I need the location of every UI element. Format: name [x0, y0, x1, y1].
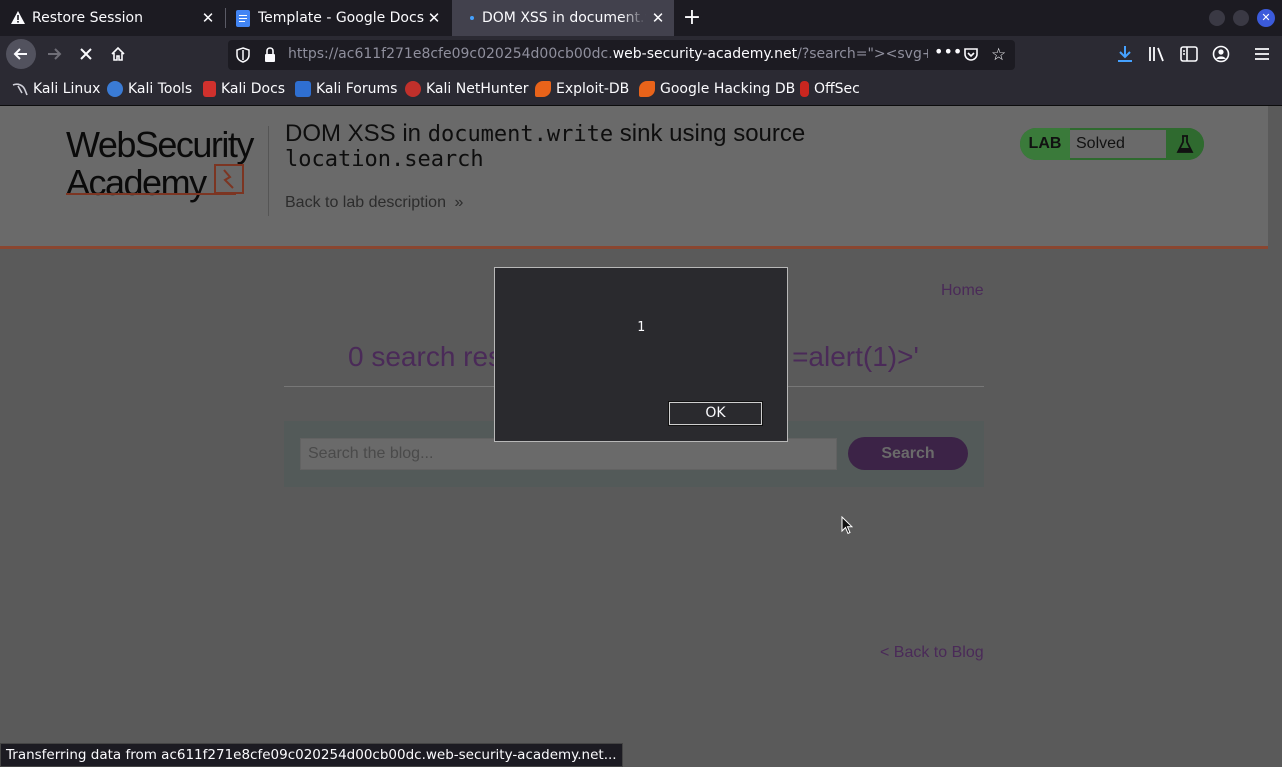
bookmark-label: Kali Forums: [316, 81, 398, 97]
lab-status-badge: LAB Solved: [1020, 128, 1204, 160]
url-path: /?search="><svg+o: [797, 46, 928, 62]
back-to-lab-description-label: Back to lab description: [285, 194, 446, 211]
bookmark-label: OffSec: [814, 81, 860, 97]
header-divider: [268, 126, 269, 216]
nethunter-icon: [405, 81, 421, 97]
tracking-protection-shield-icon[interactable]: [236, 47, 250, 67]
bookmark-label: Kali NetHunter: [426, 81, 529, 97]
bookmark-kali-docs[interactable]: Kali Docs: [203, 80, 285, 98]
url-prefix: https://ac611f271e8cfe09c020254d00cb00dc…: [288, 46, 613, 62]
bookmark-kali-tools[interactable]: Kali Tools: [107, 80, 192, 98]
lab-title-code: document.write: [427, 122, 614, 147]
bookmark-kali-nethunter[interactable]: Kali NetHunter: [405, 80, 528, 98]
home-link[interactable]: Home: [941, 282, 984, 300]
download-arrow-icon[interactable]: [1116, 44, 1134, 68]
bookmark-google-hacking-db[interactable]: Google Hacking DB: [639, 80, 795, 98]
bookmark-label: Exploit-DB: [556, 81, 630, 97]
lab-label: LAB: [1020, 128, 1070, 160]
logo-underline: [66, 193, 236, 195]
minimize-window-button[interactable]: [1209, 10, 1225, 26]
sidebar-toggle-icon[interactable]: [1180, 46, 1198, 66]
results-heading-left: 0 search res: [348, 341, 503, 372]
back-to-blog-link[interactable]: < Back to Blog: [880, 644, 984, 662]
kali-tools-icon: [107, 81, 123, 97]
bookmarks-toolbar: Kali Linux Kali Tools Kali Docs Kali For…: [0, 72, 1282, 106]
alert-dialog: 1 OK: [494, 267, 788, 442]
search-input[interactable]: Search the blog...: [300, 438, 837, 470]
back-to-lab-description-link[interactable]: Back to lab description »: [285, 194, 463, 212]
account-icon[interactable]: [1212, 45, 1230, 67]
library-icon[interactable]: [1148, 46, 1166, 66]
warning-icon: [10, 10, 26, 26]
hamburger-menu-icon[interactable]: [1254, 46, 1270, 66]
kali-docs-icon: [203, 81, 216, 97]
stop-loading-button[interactable]: [72, 40, 100, 68]
flask-icon: [1166, 128, 1204, 160]
new-tab-button[interactable]: +: [678, 4, 706, 32]
tab-restore-session[interactable]: Restore Session ✕: [0, 0, 224, 36]
loading-dot-icon: [470, 16, 474, 20]
tab-google-docs[interactable]: Template - Google Docs ✕: [226, 0, 450, 36]
offsec-icon: [800, 81, 809, 97]
bookmark-star-icon[interactable]: ☆: [991, 45, 1006, 65]
page-actions-menu-icon[interactable]: •••: [934, 42, 962, 61]
maximize-window-button[interactable]: [1233, 10, 1249, 26]
url-domain: web-security-academy.net: [612, 46, 798, 62]
lab-title-text: sink using source: [613, 120, 806, 147]
double-chevron-right-icon: »: [454, 194, 464, 211]
close-tab-icon[interactable]: ✕: [426, 10, 442, 26]
bookmark-label: Kali Docs: [221, 81, 286, 97]
tab-title: DOM XSS in document.w: [482, 10, 646, 26]
lab-title-text: DOM XSS in: [285, 120, 428, 147]
close-tab-icon[interactable]: ✕: [650, 10, 666, 26]
bookmark-kali-forums[interactable]: Kali Forums: [295, 80, 397, 98]
lab-header: WebSecurity Academy DOM XSS in document.…: [0, 106, 1268, 249]
logo-lightning-icon: [214, 164, 244, 194]
forward-button[interactable]: [40, 40, 68, 68]
lab-status-text: Solved: [1070, 130, 1166, 158]
lock-icon[interactable]: [264, 47, 276, 67]
bookmark-exploit-db[interactable]: Exploit-DB: [535, 80, 629, 98]
tab-strip: Restore Session ✕ Template - Google Docs…: [0, 0, 1282, 36]
google-docs-icon: [236, 9, 250, 27]
tab-title: Restore Session: [32, 10, 143, 26]
url-bar[interactable]: https://ac611f271e8cfe09c020254d00cb00dc…: [228, 40, 1015, 70]
ghdb-icon: [639, 81, 655, 97]
results-heading-right: =alert(1)>': [792, 341, 919, 372]
tab-dom-xss[interactable]: DOM XSS in document.w ✕: [452, 0, 674, 36]
alert-ok-button[interactable]: OK: [668, 401, 763, 426]
home-button[interactable]: [104, 40, 132, 68]
bookmark-label: Kali Linux: [33, 81, 101, 97]
back-button[interactable]: [6, 39, 36, 69]
tab-title: Template - Google Docs: [258, 10, 424, 26]
bookmark-offsec[interactable]: OffSec: [800, 80, 860, 98]
status-bar: Transferring data from ac611f271e8cfe09c…: [0, 743, 623, 767]
exploit-db-icon: [535, 81, 551, 97]
pocket-icon[interactable]: [963, 46, 979, 66]
logo-line-1: WebSecurity: [66, 124, 254, 165]
kali-dragon-icon: [12, 81, 28, 97]
bookmark-label: Google Hacking DB: [660, 81, 796, 97]
close-tab-icon[interactable]: ✕: [200, 10, 216, 26]
close-window-button[interactable]: ✕: [1257, 9, 1275, 27]
bookmark-kali-linux[interactable]: Kali Linux: [12, 80, 100, 98]
search-button[interactable]: Search: [848, 437, 968, 470]
lab-title-code: location.search: [285, 147, 484, 172]
mouse-cursor-icon: [841, 515, 854, 539]
lab-title: DOM XSS in document.write sink using sou…: [285, 122, 885, 172]
bookmark-label: Kali Tools: [128, 81, 193, 97]
url-text[interactable]: https://ac611f271e8cfe09c020254d00cb00dc…: [288, 46, 928, 62]
alert-message: 1: [637, 320, 645, 335]
kali-forums-icon: [295, 81, 311, 97]
